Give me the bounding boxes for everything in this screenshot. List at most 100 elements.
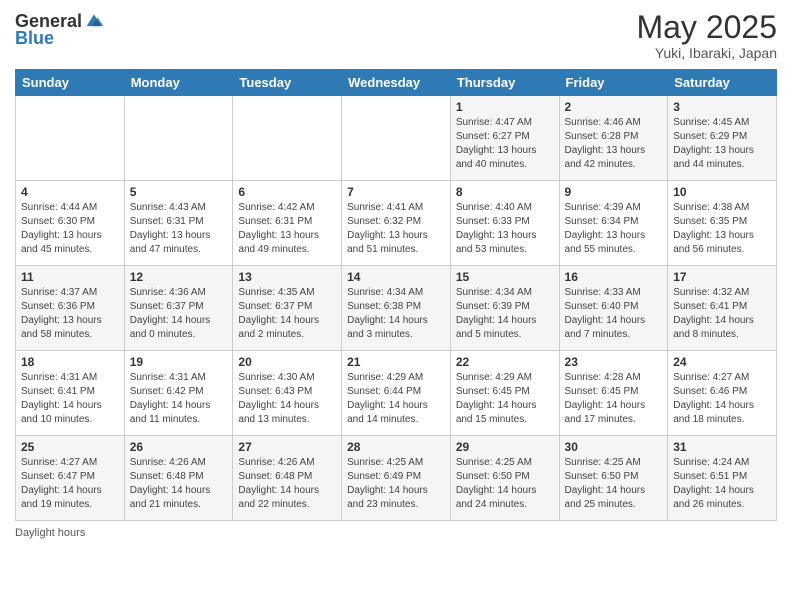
day-info: Sunrise: 4:36 AM Sunset: 6:37 PM Dayligh… [130,286,228,342]
day-number: 5 [130,185,228,199]
day-cell: 15 Sunrise: 4:34 AM Sunset: 6:39 PM Dayli… [450,266,559,351]
day-number: 2 [565,100,663,114]
day-info: Sunrise: 4:37 AM Sunset: 6:36 PM Dayligh… [21,286,119,342]
day-number: 17 [673,270,771,284]
day-number: 10 [673,185,771,199]
day-info: Sunrise: 4:46 AM Sunset: 6:28 PM Dayligh… [565,116,663,172]
day-info: Sunrise: 4:42 AM Sunset: 6:31 PM Dayligh… [238,201,336,257]
logo: General Blue [15,10,105,49]
day-info: Sunrise: 4:31 AM Sunset: 6:41 PM Dayligh… [21,371,119,427]
day-number: 1 [456,100,554,114]
day-number: 28 [347,440,445,454]
day-cell: 3 Sunrise: 4:45 AM Sunset: 6:29 PM Daylig… [668,96,777,181]
day-info: Sunrise: 4:31 AM Sunset: 6:42 PM Dayligh… [130,371,228,427]
footer: Daylight hours [15,527,777,539]
day-cell: 8Sunrise: 4:40 AM Sunset: 6:33 PM Daylig… [450,181,559,266]
day-info: Sunrise: 4:29 AM Sunset: 6:45 PM Dayligh… [456,371,554,427]
day-number: 29 [456,440,554,454]
day-number: 31 [673,440,771,454]
day-info: Sunrise: 4:43 AM Sunset: 6:31 PM Dayligh… [130,201,228,257]
day-number: 7 [347,185,445,199]
day-number: 18 [21,355,119,369]
day-number: 21 [347,355,445,369]
day-cell: 10 Sunrise: 4:38 AM Sunset: 6:35 PM Dayli… [668,181,777,266]
week-row-1: 1 Sunrise: 4:47 AM Sunset: 6:27 PM Daylig… [16,96,777,181]
day-number: 16 [565,270,663,284]
day-cell: 21 Sunrise: 4:29 AM Sunset: 6:44 PM Dayli… [342,351,451,436]
day-number: 27 [238,440,336,454]
day-number: 12 [130,270,228,284]
calendar-table: SundayMondayTuesdayWednesdayThursdayFrid… [15,69,777,521]
day-cell: 28 Sunrise: 4:25 AM Sunset: 6:49 PM Dayli… [342,436,451,521]
day-cell: 4 Sunrise: 4:44 AM Sunset: 6:30 PM Daylig… [16,181,125,266]
day-info: Sunrise: 4:45 AM Sunset: 6:29 PM Dayligh… [673,116,771,172]
day-cell: 12 Sunrise: 4:36 AM Sunset: 6:37 PM Dayli… [124,266,233,351]
col-header-sunday: Sunday [16,70,125,96]
day-cell: 16 Sunrise: 4:33 AM Sunset: 6:40 PM Dayli… [559,266,668,351]
day-number: 3 [673,100,771,114]
day-cell: 25 Sunrise: 4:27 AM Sunset: 6:47 PM Dayli… [16,436,125,521]
day-cell [342,96,451,181]
day-cell: 29 Sunrise: 4:25 AM Sunset: 6:50 PM Dayli… [450,436,559,521]
day-cell: 17 Sunrise: 4:32 AM Sunset: 6:41 PM Dayli… [668,266,777,351]
day-info: Sunrise: 4:24 AM Sunset: 6:51 PM Dayligh… [673,456,771,512]
day-cell: 20 Sunrise: 4:30 AM Sunset: 6:43 PM Dayli… [233,351,342,436]
daylight-label: Daylight hours [15,527,85,539]
location-title: Yuki, Ibaraki, Japan [636,45,777,61]
day-info: Sunrise: 4:29 AM Sunset: 6:44 PM Dayligh… [347,371,445,427]
col-header-thursday: Thursday [450,70,559,96]
day-info: Sunrise: 4:44 AM Sunset: 6:30 PM Dayligh… [21,201,119,257]
page-container: General Blue May 2025 Yuki, Ibaraki, Jap… [0,0,792,549]
day-number: 6 [238,185,336,199]
day-info: Sunrise: 4:30 AM Sunset: 6:43 PM Dayligh… [238,371,336,427]
day-number: 22 [456,355,554,369]
day-info: Sunrise: 4:25 AM Sunset: 6:50 PM Dayligh… [456,456,554,512]
day-info: Sunrise: 4:25 AM Sunset: 6:49 PM Dayligh… [347,456,445,512]
day-cell: 9Sunrise: 4:39 AM Sunset: 6:34 PM Daylig… [559,181,668,266]
day-info: Sunrise: 4:35 AM Sunset: 6:37 PM Dayligh… [238,286,336,342]
col-header-saturday: Saturday [668,70,777,96]
col-header-wednesday: Wednesday [342,70,451,96]
day-info: Sunrise: 4:26 AM Sunset: 6:48 PM Dayligh… [238,456,336,512]
week-row-2: 4 Sunrise: 4:44 AM Sunset: 6:30 PM Daylig… [16,181,777,266]
day-cell: 11 Sunrise: 4:37 AM Sunset: 6:36 PM Dayli… [16,266,125,351]
day-info: Sunrise: 4:39 AM Sunset: 6:34 PM Dayligh… [565,201,663,257]
day-number: 25 [21,440,119,454]
day-info: Sunrise: 4:41 AM Sunset: 6:32 PM Dayligh… [347,201,445,257]
day-number: 4 [21,185,119,199]
logo-icon [83,10,105,32]
day-number: 11 [21,270,119,284]
day-cell [233,96,342,181]
day-cell: 2 Sunrise: 4:46 AM Sunset: 6:28 PM Daylig… [559,96,668,181]
day-number: 14 [347,270,445,284]
day-info: Sunrise: 4:34 AM Sunset: 6:38 PM Dayligh… [347,286,445,342]
day-info: Sunrise: 4:33 AM Sunset: 6:40 PM Dayligh… [565,286,663,342]
day-number: 30 [565,440,663,454]
day-number: 19 [130,355,228,369]
day-cell: 7 Sunrise: 4:41 AM Sunset: 6:32 PM Daylig… [342,181,451,266]
day-info: Sunrise: 4:38 AM Sunset: 6:35 PM Dayligh… [673,201,771,257]
header-row: SundayMondayTuesdayWednesdayThursdayFrid… [16,70,777,96]
day-cell [16,96,125,181]
day-number: 15 [456,270,554,284]
day-cell: 22 Sunrise: 4:29 AM Sunset: 6:45 PM Dayli… [450,351,559,436]
month-title: May 2025 [636,10,777,45]
title-block: May 2025 Yuki, Ibaraki, Japan [636,10,777,61]
day-number: 20 [238,355,336,369]
day-number: 23 [565,355,663,369]
day-cell: 27 Sunrise: 4:26 AM Sunset: 6:48 PM Dayli… [233,436,342,521]
day-number: 13 [238,270,336,284]
day-info: Sunrise: 4:26 AM Sunset: 6:48 PM Dayligh… [130,456,228,512]
day-info: Sunrise: 4:32 AM Sunset: 6:41 PM Dayligh… [673,286,771,342]
day-info: Sunrise: 4:34 AM Sunset: 6:39 PM Dayligh… [456,286,554,342]
day-info: Sunrise: 4:47 AM Sunset: 6:27 PM Dayligh… [456,116,554,172]
day-info: Sunrise: 4:28 AM Sunset: 6:45 PM Dayligh… [565,371,663,427]
day-cell: 19 Sunrise: 4:31 AM Sunset: 6:42 PM Dayli… [124,351,233,436]
day-info: Sunrise: 4:27 AM Sunset: 6:47 PM Dayligh… [21,456,119,512]
col-header-monday: Monday [124,70,233,96]
week-row-5: 25 Sunrise: 4:27 AM Sunset: 6:47 PM Dayli… [16,436,777,521]
day-cell: 30Sunrise: 4:25 AM Sunset: 6:50 PM Dayli… [559,436,668,521]
day-cell: 13 Sunrise: 4:35 AM Sunset: 6:37 PM Dayli… [233,266,342,351]
day-cell: 23 Sunrise: 4:28 AM Sunset: 6:45 PM Dayli… [559,351,668,436]
logo-blue: Blue [15,28,54,49]
